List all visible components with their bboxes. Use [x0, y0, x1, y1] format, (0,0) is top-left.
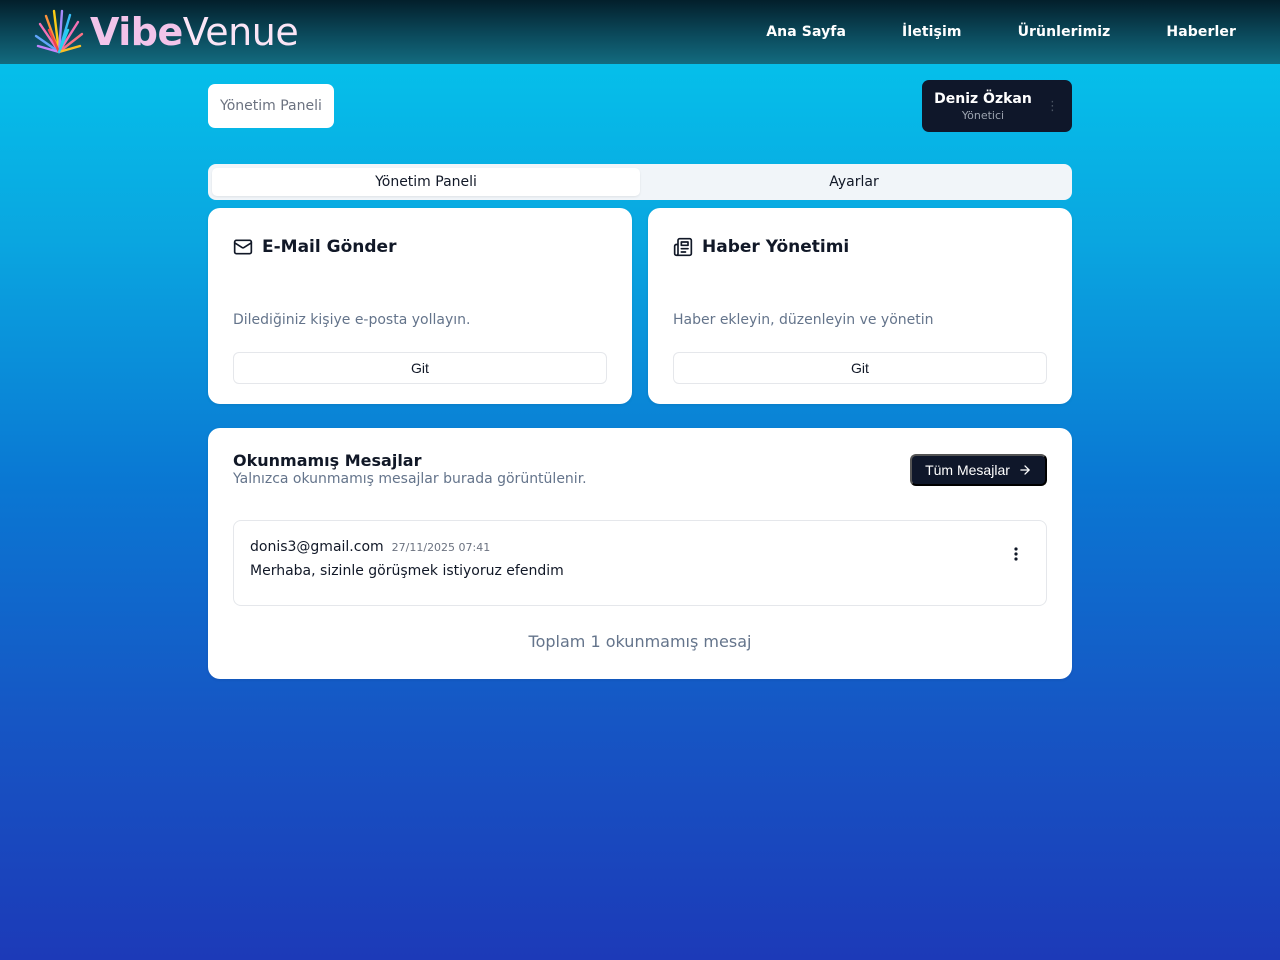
tab-list: Yönetim Paneli Ayarlar [208, 164, 1072, 200]
card-description: Dilediğiniz kişiye e-posta yollayın. [233, 312, 471, 328]
tab-settings[interactable]: Ayarlar [640, 168, 1068, 196]
main-nav: Ana Sayfa İletişim Ürünlerimiz Haberler [766, 24, 1236, 40]
card-title: E-Mail Gönder [262, 237, 397, 257]
news-go-button[interactable]: Git [673, 352, 1047, 384]
message-item[interactable]: donis3@gmail.com 27/11/2025 07:41 Merhab… [233, 520, 1047, 606]
all-messages-label: Tüm Mesajlar [925, 462, 1010, 478]
logo-wordmark: VibeVenue [90, 10, 299, 54]
mail-icon [233, 239, 253, 255]
more-vertical-icon: ⋮ [1046, 98, 1059, 114]
user-info: Deniz Özkan Yönetici [934, 91, 1032, 122]
fireworks-logo-icon [34, 9, 84, 54]
messages-title: Okunmamış Mesajlar [233, 451, 422, 470]
message-sender: donis3@gmail.com [250, 539, 384, 555]
card-description: Haber ekleyin, düzenleyin ve yönetin [673, 312, 934, 328]
message-body: Merhaba, sizinle görüşmek istiyoruz efen… [250, 563, 564, 579]
message-date: 27/11/2025 07:41 [391, 541, 491, 554]
messages-subtitle: Yalnızca okunmamış mesajlar burada görün… [233, 471, 587, 487]
logo[interactable]: VibeVenue [32, 8, 299, 56]
newspaper-icon [673, 237, 693, 257]
message-menu-icon[interactable] [1014, 547, 1018, 561]
nav-link-contact[interactable]: İletişim [902, 24, 962, 40]
email-go-button[interactable]: Git [233, 352, 607, 384]
nav-link-home[interactable]: Ana Sayfa [766, 24, 846, 40]
top-navbar: VibeVenue Ana Sayfa İletişim Ürünlerimiz… [0, 0, 1280, 64]
nav-link-news[interactable]: Haberler [1166, 24, 1236, 40]
messages-total: Toplam 1 okunmamış mesaj [528, 632, 752, 651]
user-menu-button[interactable]: Deniz Özkan Yönetici ⋮ [922, 80, 1072, 132]
email-card: E-Mail Gönder Dilediğiniz kişiye e-posta… [208, 208, 632, 404]
news-card: Haber Yönetimi Haber ekleyin, düzenleyin… [648, 208, 1072, 404]
user-role: Yönetici [961, 108, 1005, 122]
breadcrumb[interactable]: Yönetim Paneli [208, 84, 334, 128]
all-messages-button[interactable]: Tüm Mesajlar [910, 454, 1047, 486]
card-title: Haber Yönetimi [702, 237, 850, 257]
arrow-right-icon [1020, 465, 1030, 475]
tab-admin-panel[interactable]: Yönetim Paneli [212, 168, 640, 196]
unread-messages-card: Okunmamış Mesajlar Yalnızca okunmamış me… [208, 428, 1072, 679]
nav-link-products[interactable]: Ürünlerimiz [1018, 24, 1111, 40]
user-name: Deniz Özkan [934, 90, 1032, 107]
